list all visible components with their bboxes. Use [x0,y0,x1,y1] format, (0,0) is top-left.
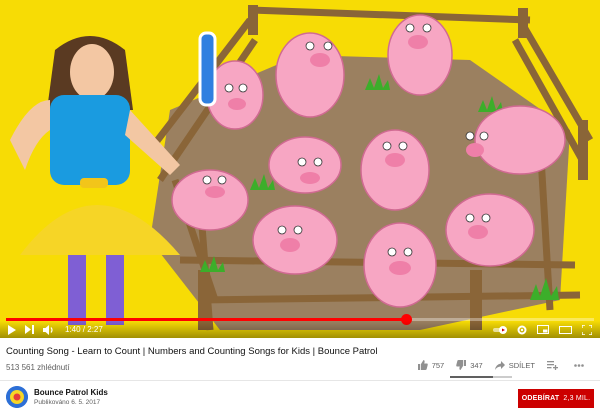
like-count: 757 [431,360,445,370]
video-title: Counting Song - Learn to Count | Numbers… [6,346,378,357]
current-time: 1:40 [65,325,81,334]
time-display: 1:40 / 2:27 [65,325,103,334]
channel-name[interactable]: Bounce Patrol Kids [34,388,108,397]
subscribe-label: ODEBÍRAT [521,395,560,402]
settings-icon[interactable] [517,323,527,337]
view-count: 513 561 zhlédnutí [6,363,70,372]
share-label: SDÍLET [508,360,535,370]
duration: 2:27 [87,325,103,334]
fullscreen-icon[interactable] [582,323,592,337]
like-button[interactable]: 757 [417,360,445,370]
divider [0,380,600,381]
more-icon [574,363,584,367]
video-frame[interactable] [0,0,600,338]
publish-date: Publikováno 6. 5. 2017 [34,399,101,406]
video-player[interactable]: 1:40 / 2:27 [0,0,600,338]
playlist-add-icon [547,360,558,370]
thumbs-up-icon [417,360,428,370]
thumbs-down-icon [456,360,467,370]
subscribe-button[interactable]: ODEBÍRAT 2,3 MIL. [518,389,594,408]
miniplayer-icon[interactable] [537,323,549,337]
volume-icon[interactable] [43,323,54,337]
sentiment-bar-likes [450,376,493,378]
sentiment-bar [450,376,512,378]
dislike-count: 347 [470,360,483,370]
dislike-button[interactable]: 347 [456,360,483,370]
more-actions-button[interactable] [574,363,588,367]
share-button[interactable]: SDÍLET [494,360,535,370]
subscriber-count: 2,3 MIL. [563,395,591,402]
theater-icon[interactable] [559,323,572,337]
video-actions: 757 347 SDÍLET [406,360,588,370]
channel-avatar[interactable] [6,386,28,408]
play-icon[interactable] [8,323,16,337]
add-to-playlist-button[interactable] [547,360,562,370]
player-controls: 1:40 / 2:27 [0,321,600,338]
autoplay-toggle-icon[interactable] [493,323,507,337]
share-icon [494,360,505,370]
next-icon[interactable] [25,323,34,337]
